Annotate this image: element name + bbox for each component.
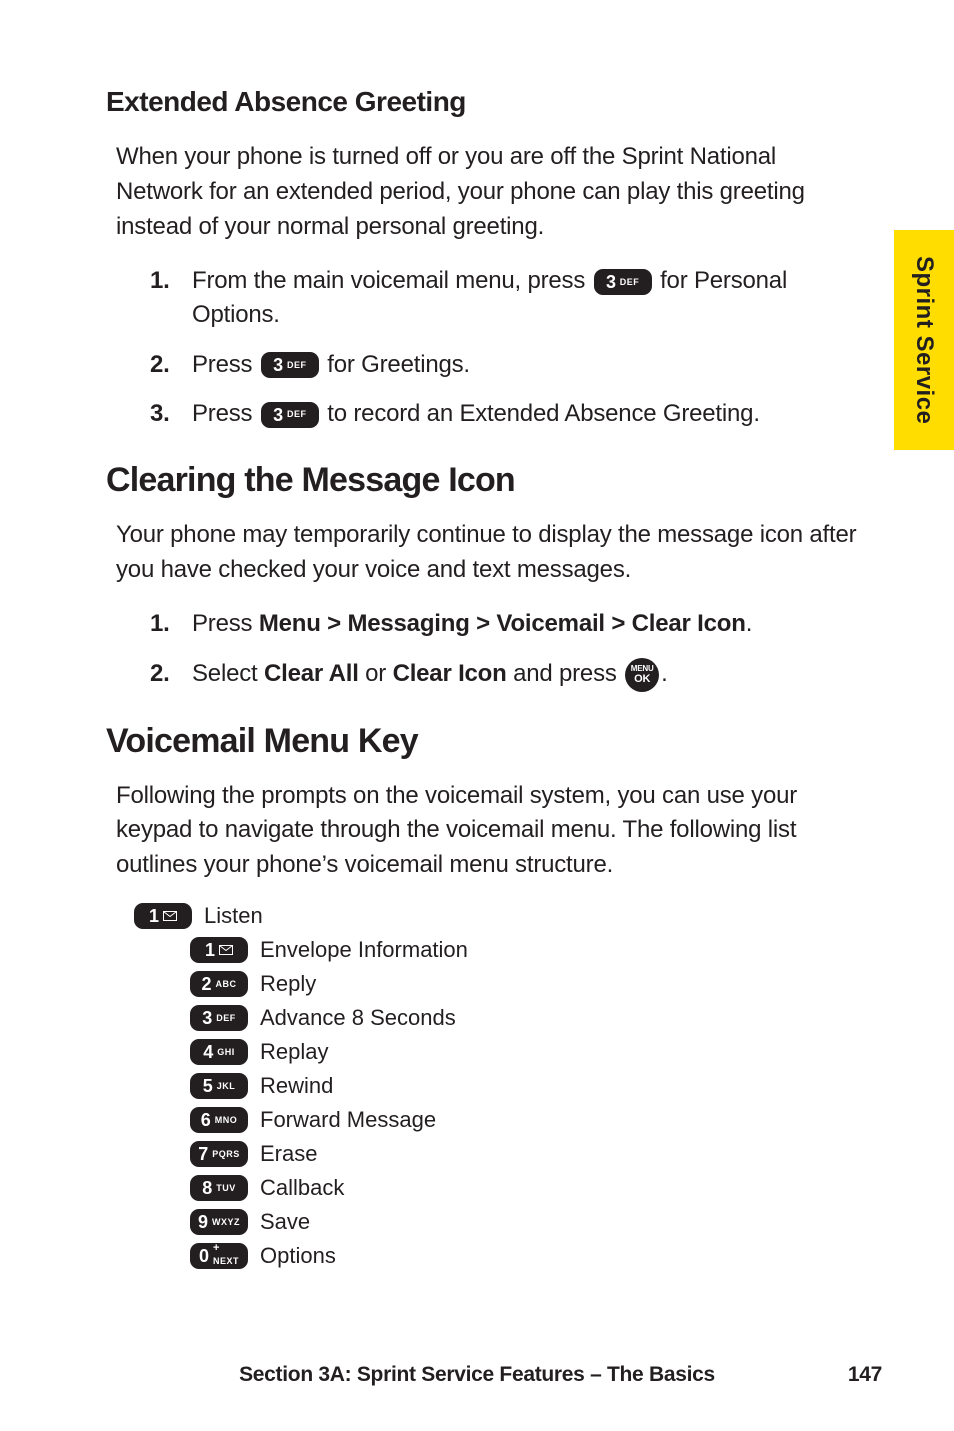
menu-label: Save [260, 1209, 310, 1235]
key-7-icon: 7PQRS [190, 1141, 248, 1167]
key-9-icon: 9WXYZ [190, 1209, 248, 1235]
list-item: 4GHI Replay [188, 1039, 866, 1065]
step-text: From the main voicemail menu, press 3DEF… [192, 264, 866, 331]
submenu: 1 Envelope Information 2ABC Reply 3DEF A… [132, 937, 866, 1269]
side-tab: Sprint Service [894, 230, 954, 450]
page-footer: Section 3A: Sprint Service Features – Th… [0, 1363, 954, 1387]
step-2: 2. Press 3DEF for Greetings. [150, 348, 866, 382]
voicemail-menu-list: 1 Listen 1 Envelope Information 2ABC Rep… [106, 903, 866, 1269]
step-number: 1. [150, 607, 192, 641]
key-1-icon: 1 [134, 903, 192, 929]
list-item: 9WXYZ Save [188, 1209, 866, 1235]
menu-ok-icon: MENUOK [625, 658, 659, 692]
step-1: 1. From the main voicemail menu, press 3… [150, 264, 866, 331]
paragraph-extended: When your phone is turned off or you are… [106, 140, 866, 244]
step-number: 2. [150, 657, 192, 691]
key-3-icon: 3DEF [190, 1005, 248, 1031]
list-item: 2ABC Reply [188, 971, 866, 997]
key-1-icon: 1 [190, 937, 248, 963]
menu-label: Rewind [260, 1073, 333, 1099]
step-text: Press 3DEF to record an Extended Absence… [192, 397, 866, 431]
key-4-icon: 4GHI [190, 1039, 248, 1065]
heading-clearing-icon: Clearing the Message Icon [106, 461, 866, 500]
steps-extended: 1. From the main voicemail menu, press 3… [106, 264, 866, 430]
key-8-icon: 8TUV [190, 1175, 248, 1201]
list-item: 3DEF Advance 8 Seconds [188, 1005, 866, 1031]
paragraph-vmkey: Following the prompts on the voicemail s… [106, 779, 866, 883]
key-0-icon: 0 +NEXT [190, 1243, 248, 1269]
step-1: 1. Press Menu > Messaging > Voicemail > … [150, 607, 866, 641]
step-number: 3. [150, 397, 192, 431]
footer-text: Section 3A: Sprint Service Features – Th… [239, 1363, 715, 1386]
menu-label: Forward Message [260, 1107, 436, 1133]
list-item: 1 Envelope Information [188, 937, 866, 963]
paragraph-clearing: Your phone may temporarily continue to d… [106, 518, 866, 588]
key-3-icon: 3DEF [594, 269, 652, 295]
page-number: 147 [848, 1363, 882, 1387]
side-tab-label: Sprint Service [910, 256, 938, 424]
step-number: 2. [150, 348, 192, 382]
list-item: 0 +NEXT Options [188, 1243, 866, 1269]
menu-label: Reply [260, 971, 316, 997]
envelope-icon [219, 945, 233, 955]
menu-label: Callback [260, 1175, 344, 1201]
key-3-icon: 3DEF [261, 402, 319, 428]
menu-label: Options [260, 1243, 336, 1269]
menu-label: Envelope Information [260, 937, 468, 963]
menu-label: Erase [260, 1141, 317, 1167]
list-item: 6MNO Forward Message [188, 1107, 866, 1133]
steps-clearing: 1. Press Menu > Messaging > Voicemail > … [106, 607, 866, 691]
page-content: Extended Absence Greeting When your phon… [0, 0, 954, 1337]
menu-label: Advance 8 Seconds [260, 1005, 456, 1031]
menu-listen: 1 Listen [132, 903, 866, 929]
menu-label: Replay [260, 1039, 328, 1065]
key-5-icon: 5JKL [190, 1073, 248, 1099]
step-text: Press Menu > Messaging > Voicemail > Cle… [192, 607, 866, 641]
list-item: 8TUV Callback [188, 1175, 866, 1201]
list-item: 5JKL Rewind [188, 1073, 866, 1099]
step-2: 2. Select Clear All or Clear Icon and pr… [150, 657, 866, 692]
step-text: Select Clear All or Clear Icon and press… [192, 657, 866, 692]
step-number: 1. [150, 264, 192, 298]
key-3-icon: 3DEF [261, 352, 319, 378]
key-6-icon: 6MNO [190, 1107, 248, 1133]
step-3: 3. Press 3DEF to record an Extended Abse… [150, 397, 866, 431]
key-2-icon: 2ABC [190, 971, 248, 997]
envelope-icon [163, 911, 177, 921]
menu-label: Listen [204, 903, 263, 929]
heading-extended-absence: Extended Absence Greeting [106, 86, 866, 118]
step-text: Press 3DEF for Greetings. [192, 348, 866, 382]
heading-voicemail-menu-key: Voicemail Menu Key [106, 722, 866, 761]
list-item: 7PQRS Erase [188, 1141, 866, 1167]
